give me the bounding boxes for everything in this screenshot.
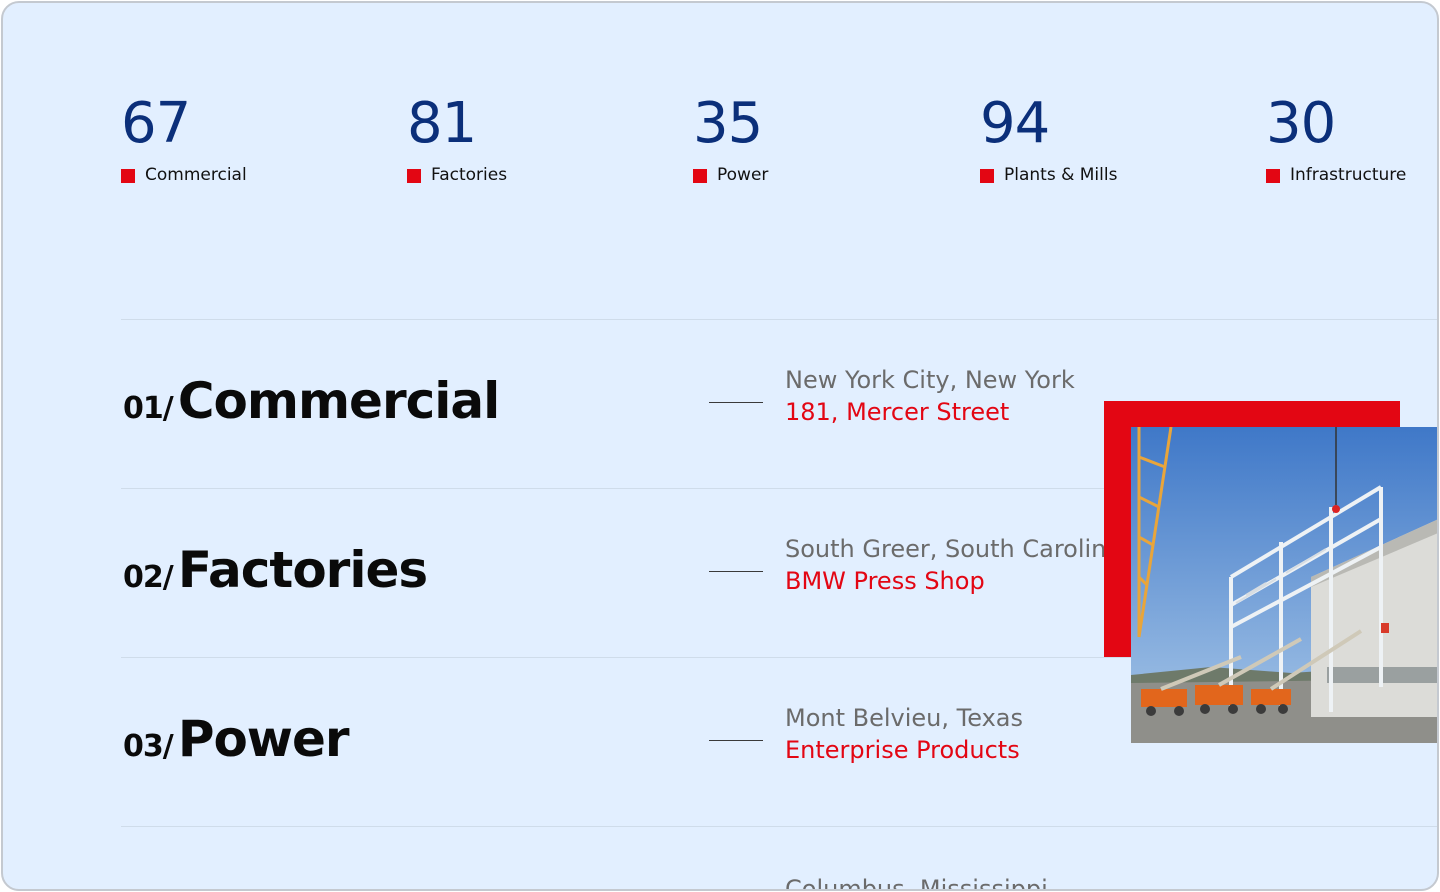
project-location: Mont Belvieu, Texas [785, 704, 1023, 732]
sector-title[interactable]: 03/ Power [123, 710, 350, 768]
stat-factories: 81 Factories [407, 91, 667, 187]
stat-label: Plants & Mills [1004, 165, 1118, 185]
stat-value: 30 [1266, 91, 1336, 156]
stat-infrastructure: 30 Infrastructure [1266, 91, 1436, 187]
stat-commercial: 67 Commercial [121, 91, 381, 187]
stat-label: Commercial [145, 165, 247, 185]
stat-value: 81 [407, 91, 477, 156]
stat-power: 35 Power [693, 91, 953, 187]
project-location: Columbus, Mississippi [785, 875, 1048, 891]
dash-divider [709, 402, 763, 403]
project-link[interactable]: 181, Mercer Street [785, 396, 1009, 428]
sector-index: 02/ [123, 560, 174, 595]
sector-row-next[interactable]: Columbus, Mississippi [121, 826, 1437, 891]
project-location: New York City, New York [785, 366, 1075, 394]
red-square-icon [407, 169, 421, 183]
stat-plants-mills: 94 Plants & Mills [980, 91, 1240, 187]
sector-name: Power [177, 710, 350, 768]
construction-photo-icon [1131, 427, 1437, 743]
sector-name: Commercial [177, 372, 500, 430]
project-link[interactable]: Enterprise Products [785, 734, 1020, 766]
stat-value: 67 [121, 91, 191, 156]
stat-value: 94 [980, 91, 1050, 156]
red-square-icon [1266, 169, 1280, 183]
dash-divider [709, 740, 763, 741]
red-square-icon [121, 169, 135, 183]
dash-divider [709, 571, 763, 572]
sector-title[interactable]: 01/ Commercial [123, 372, 500, 430]
sector-index: 03/ [123, 729, 174, 764]
stat-value: 35 [693, 91, 763, 156]
sector-name: Factories [177, 541, 428, 599]
red-square-icon [980, 169, 994, 183]
stat-label: Factories [431, 165, 508, 185]
stat-label: Power [717, 165, 769, 185]
project-link[interactable]: BMW Press Shop [785, 565, 985, 597]
page-frame: 67 Commercial 81 Factories 35 Power 94 P… [1, 1, 1439, 891]
sector-index: 01/ [123, 391, 174, 426]
stat-label: Infrastructure [1290, 165, 1407, 185]
red-square-icon [693, 169, 707, 183]
sector-title[interactable]: 02/ Factories [123, 541, 428, 599]
project-location: South Greer, South Carolina [785, 535, 1122, 563]
project-photo [1131, 427, 1437, 743]
stats-bar: 67 Commercial 81 Factories 35 Power 94 P… [3, 91, 1437, 201]
